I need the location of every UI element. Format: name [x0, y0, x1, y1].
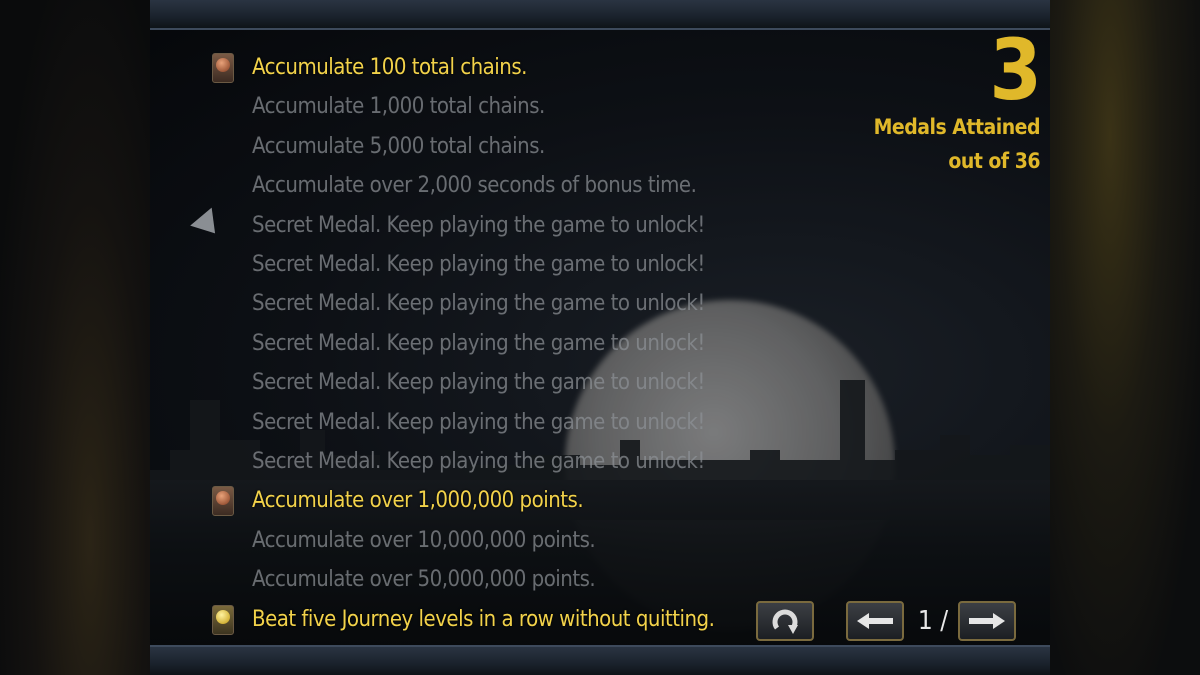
right-background	[1050, 0, 1200, 675]
medals-count: 3	[989, 21, 1042, 119]
panel-bottom-bar	[150, 645, 1050, 675]
medal-row: Accumulate over 10,000,000 points.	[252, 528, 596, 553]
medal-row: Secret Medal. Keep playing the game to u…	[252, 291, 705, 316]
left-background	[0, 0, 150, 675]
medals-total-label: out of 36	[948, 149, 1040, 173]
refresh-button[interactable]	[756, 601, 814, 641]
medal-row: Accumulate 5,000 total chains.	[252, 134, 545, 159]
refresh-icon	[772, 609, 798, 634]
medal-row: Secret Medal. Keep playing the game to u…	[252, 252, 705, 277]
medals-panel: Accumulate 100 total chains. Accumulate 1…	[150, 0, 1050, 675]
next-page-button[interactable]	[958, 601, 1016, 641]
previous-page-button[interactable]	[846, 601, 904, 641]
bronze-medal-icon	[212, 53, 234, 83]
medals-counter: 3 Medals Attained out of 36	[873, 21, 1042, 178]
medal-row: Accumulate over 50,000,000 points.	[252, 567, 596, 592]
medal-row: Secret Medal. Keep playing the game to u…	[252, 370, 705, 395]
arrow-right-icon	[969, 613, 1005, 629]
panel-top-bar	[150, 0, 1050, 30]
page-indicator: 1 / 3	[917, 606, 949, 675]
medal-row: Secret Medal. Keep playing the game to u…	[252, 213, 705, 238]
medal-row: Beat five Journey levels in a row withou…	[252, 607, 715, 632]
medal-row: Secret Medal. Keep playing the game to u…	[252, 449, 705, 474]
medal-row: Accumulate 1,000 total chains.	[252, 94, 545, 119]
gold-medal-icon	[212, 605, 234, 635]
arrow-left-icon	[857, 613, 893, 629]
medal-row: Accumulate over 2,000 seconds of bonus t…	[252, 173, 697, 198]
bronze-medal-icon	[212, 486, 234, 516]
medal-row: Secret Medal. Keep playing the game to u…	[252, 331, 705, 356]
medal-row: Accumulate 100 total chains.	[252, 55, 527, 80]
medals-attained-label: Medals Attained	[873, 115, 1041, 139]
medal-row: Secret Medal. Keep playing the game to u…	[252, 410, 705, 435]
medal-row: Accumulate over 1,000,000 points.	[252, 488, 584, 513]
